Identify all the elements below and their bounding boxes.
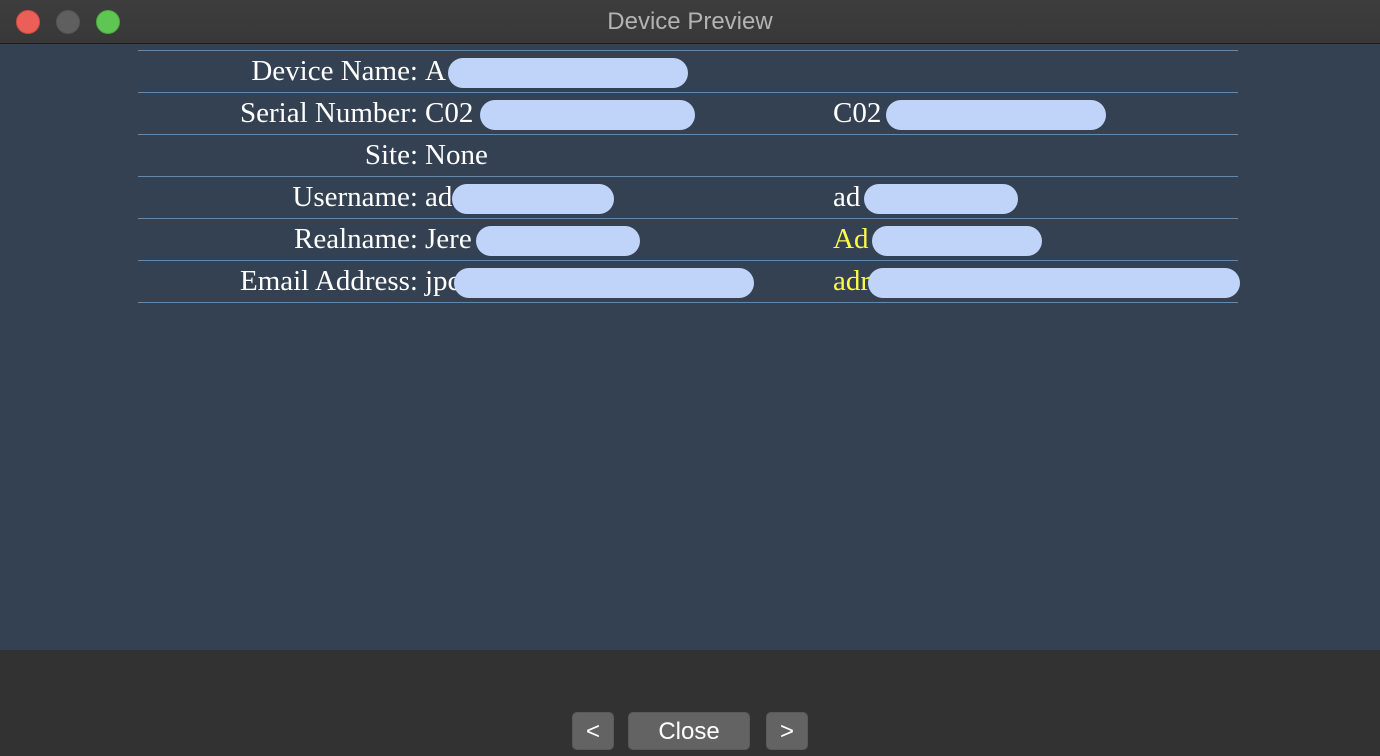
device-preview-window: Device Preview Device Name: A Serial Num… xyxy=(0,0,1380,756)
device-details-panel: Device Name: A Serial Number: C02 C02 Si… xyxy=(0,44,1380,650)
close-button[interactable]: Close xyxy=(628,712,750,750)
email-address-label: Email Address: xyxy=(239,265,418,297)
redaction-mark xyxy=(872,226,1042,256)
email-address-compare-value: adr xyxy=(833,265,871,297)
realname-label: Realname: xyxy=(293,223,418,255)
username-compare-value: ad xyxy=(833,181,861,213)
device-details-table: Device Name: A Serial Number: C02 C02 Si… xyxy=(138,50,1240,303)
row-serial-number: Serial Number: C02 C02 xyxy=(138,93,1238,135)
site-label: Site: xyxy=(364,139,418,171)
device-name-label: Device Name: xyxy=(251,55,418,87)
site-value: None xyxy=(425,139,488,171)
redaction-mark xyxy=(452,184,614,214)
username-label: Username: xyxy=(292,181,418,213)
next-button[interactable]: > xyxy=(766,712,808,750)
footer-bar: < Close > xyxy=(0,650,1380,756)
serial-number-value: C02 xyxy=(425,97,474,129)
previous-button[interactable]: < xyxy=(572,712,614,750)
realname-value: Jere xyxy=(425,223,472,255)
row-device-name: Device Name: A xyxy=(138,51,1238,93)
serial-number-label: Serial Number: xyxy=(240,97,418,129)
window-title: Device Preview xyxy=(607,8,773,35)
serial-number-compare-value: C02 xyxy=(833,97,882,129)
redaction-mark xyxy=(864,184,1018,214)
redaction-mark xyxy=(868,268,1240,298)
device-name-value: A xyxy=(425,55,446,87)
row-realname: Realname: Jere Ad xyxy=(138,219,1238,261)
redaction-mark xyxy=(448,58,688,88)
redaction-mark xyxy=(886,100,1106,130)
row-site: Site: None xyxy=(138,135,1238,177)
username-value: ad xyxy=(425,181,453,213)
realname-compare-value: Ad xyxy=(833,223,869,255)
redaction-mark xyxy=(454,268,754,298)
row-username: Username: ad ad xyxy=(138,177,1238,219)
redaction-mark xyxy=(476,226,640,256)
row-email-address: Email Address: jpc adr xyxy=(138,261,1240,303)
title-bar: Device Preview xyxy=(0,0,1380,44)
redaction-mark xyxy=(480,100,695,130)
